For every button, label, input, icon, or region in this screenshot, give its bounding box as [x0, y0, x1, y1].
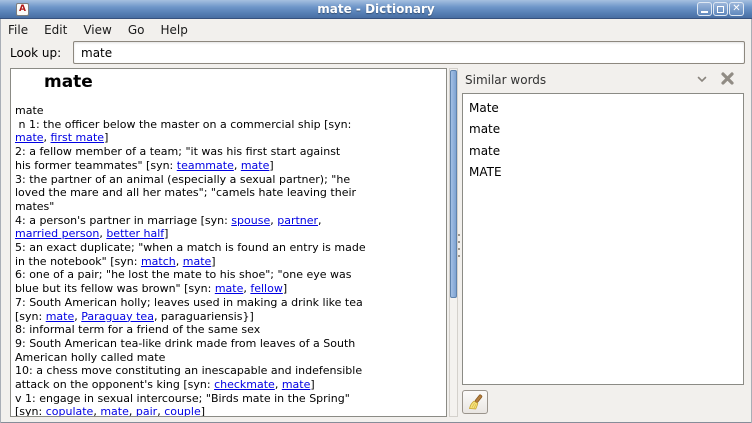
menu-item-view[interactable]: View — [75, 21, 119, 39]
lookup-label: Look up: — [10, 46, 61, 60]
definition-panel: mate mate n 1: the officer below the mas… — [10, 68, 447, 417]
synonym-link[interactable]: partner — [277, 214, 318, 227]
synonym-link[interactable]: copulate — [46, 405, 94, 417]
clear-broom-icon — [467, 394, 483, 410]
definition-scrollbar[interactable] — [449, 68, 458, 417]
sidebar-close-icon[interactable] — [720, 71, 735, 86]
synonym-link[interactable]: first mate — [51, 131, 105, 144]
synonym-link[interactable]: mate — [282, 378, 311, 391]
synonym-link[interactable]: mate — [46, 310, 75, 323]
synonym-link[interactable]: mate — [15, 131, 44, 144]
menu-item-help[interactable]: Help — [152, 21, 195, 39]
definition-line: 9: South American tea-like drink made fr… — [15, 337, 366, 351]
similar-words-list: MatematemateMATE — [462, 93, 744, 385]
definition-line: American holly called mate — [15, 351, 366, 365]
synonym-link[interactable]: better half — [106, 227, 164, 240]
menu-item-go[interactable]: Go — [120, 21, 153, 39]
clear-button[interactable] — [462, 390, 488, 414]
close-button[interactable]: ✕ — [729, 2, 744, 16]
synonym-link[interactable]: teammate — [177, 159, 234, 172]
definition-line: mates" — [15, 200, 366, 214]
scrollbar-thumb[interactable] — [450, 70, 457, 298]
similar-word-item[interactable]: MATE — [463, 162, 743, 183]
definition-line: 2: a fellow member of a team; "it was hi… — [15, 145, 366, 159]
definition-line: attack on the opponent's king [syn: chec… — [15, 378, 366, 392]
synonym-link[interactable]: mate — [241, 159, 270, 172]
menu-item-edit[interactable]: Edit — [36, 21, 75, 39]
definition-line: blue but its fellow was brown" [syn: mat… — [15, 282, 366, 296]
synonym-link[interactable]: couple — [164, 405, 201, 417]
synonym-link[interactable]: mate — [215, 282, 244, 295]
definition-line: 6: one of a pair; "he lost the mate to h… — [15, 268, 366, 282]
definition-line: married person, better half] — [15, 227, 366, 241]
definition-line: mate — [15, 104, 366, 118]
definition-heading: mate — [44, 72, 93, 92]
definition-line: 3: the partner of an animal (especially … — [15, 173, 366, 187]
definition-line: [syn: mate, Paraguay tea, paraguariensis… — [15, 310, 366, 324]
sidebar-header: Similar words — [461, 69, 744, 91]
menu-item-file[interactable]: File — [0, 21, 36, 39]
definition-line: [syn: copulate, mate, pair, couple] — [15, 405, 366, 417]
lookup-input[interactable] — [73, 41, 745, 64]
chevron-down-icon[interactable] — [697, 76, 707, 83]
similar-word-item[interactable]: mate — [463, 141, 743, 162]
synonym-link[interactable]: fellow — [250, 282, 282, 295]
definition-line: 10: a chess move constituting an inescap… — [15, 364, 366, 378]
definition-line: 4: a person's partner in marriage [syn: … — [15, 214, 366, 228]
titlebar: mate - Dictionary ✕ — [0, 0, 752, 19]
sidebar-title: Similar words — [465, 73, 546, 87]
synonym-link[interactable]: checkmate — [214, 378, 275, 391]
definition-line: v 1: engage in sexual intercourse; "Bird… — [15, 392, 366, 406]
maximize-icon — [717, 6, 724, 13]
definition-line: loved the mare and all her mates"; "came… — [15, 186, 366, 200]
synonym-link[interactable]: match — [141, 255, 176, 268]
minimize-icon — [701, 11, 708, 13]
synonym-link[interactable]: spouse — [231, 214, 270, 227]
similar-word-item[interactable]: mate — [463, 119, 743, 140]
menubar: File Edit View Go Help — [0, 19, 752, 40]
definition-line: 7: South American holly; leaves used in … — [15, 296, 366, 310]
similar-word-item[interactable]: Mate — [463, 98, 743, 119]
synonym-link[interactable]: mate — [100, 405, 129, 417]
definition-line: 5: an exact duplicate; "when a match is … — [15, 241, 366, 255]
definition-line: 8: informal term for a friend of the sam… — [15, 323, 366, 337]
synonym-link[interactable]: married person — [15, 227, 99, 240]
definition-line: n 1: the officer below the master on a c… — [15, 118, 366, 132]
synonym-link[interactable]: mate — [183, 255, 212, 268]
synonym-link[interactable]: Paraguay tea — [81, 310, 154, 323]
pane-splitter-handle[interactable] — [458, 234, 461, 262]
definition-line: mate, first mate] — [15, 131, 366, 145]
definition-text: mate n 1: the officer below the master o… — [15, 104, 366, 417]
maximize-button[interactable] — [713, 2, 728, 16]
definition-line: his former teammates" [syn: teammate, ma… — [15, 159, 366, 173]
window-title: mate - Dictionary — [0, 2, 752, 16]
dictionary-window: mate - Dictionary ✕ File Edit View Go He… — [0, 0, 752, 423]
definition-line: in the notebook" [syn: match, mate] — [15, 255, 366, 269]
synonym-link[interactable]: pair — [136, 405, 157, 417]
minimize-button[interactable] — [697, 2, 712, 16]
